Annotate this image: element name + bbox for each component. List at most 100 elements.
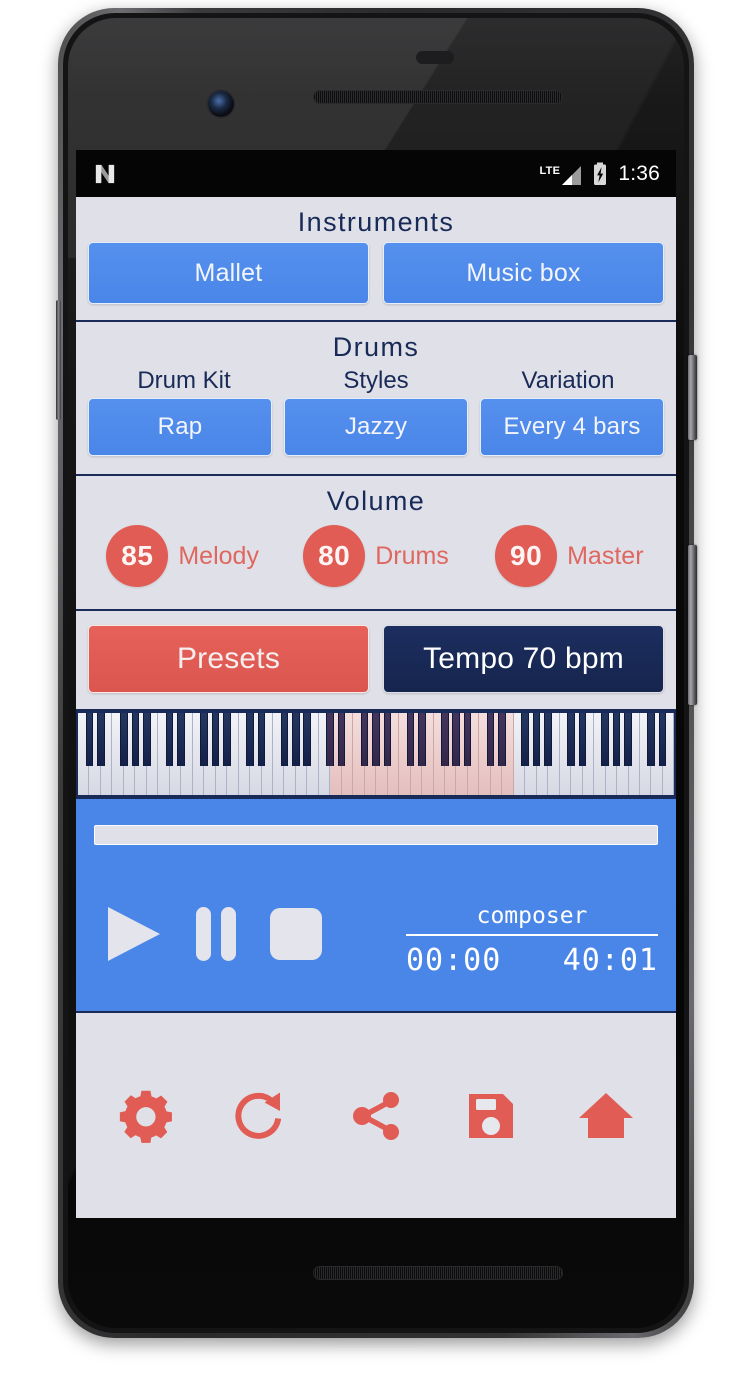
instruments-title: Instruments: [297, 207, 455, 237]
instruments-panel: Instruments Mallet Music box: [76, 197, 676, 322]
piano-black-key[interactable]: [383, 713, 392, 766]
total-time: 40:01: [562, 943, 658, 978]
drums-button-row: Rap Jazzy Every 4 bars: [76, 398, 676, 474]
piano-black-key[interactable]: [521, 713, 529, 766]
piano-black-key[interactable]: [612, 713, 621, 766]
presets-button[interactable]: Presets: [88, 625, 369, 693]
volume-melody-value[interactable]: 85: [106, 525, 169, 587]
bottom-speaker: [313, 1266, 563, 1280]
play-icon[interactable]: [102, 903, 164, 965]
volume-title: Volume: [326, 486, 426, 516]
app-content: Instruments Mallet Music box Drums Drum …: [76, 197, 676, 1218]
piano-black-key[interactable]: [97, 713, 105, 766]
volume-master-value[interactable]: 90: [495, 525, 558, 587]
track-meta: composer 00:00 40:01: [406, 903, 658, 978]
volume-rocker-button[interactable]: [688, 545, 697, 705]
actions-row: Presets Tempo 70 bpm: [76, 611, 676, 709]
bottom-toolbar: [76, 1013, 676, 1218]
volume-drums-value[interactable]: 80: [303, 525, 366, 587]
status-bar: LTE 1:36: [76, 150, 676, 197]
seek-bar[interactable]: [94, 825, 658, 845]
piano-black-key[interactable]: [142, 713, 151, 766]
earpiece-speaker: [313, 90, 563, 104]
piano-black-key[interactable]: [120, 713, 128, 766]
volume-master-label: Master: [567, 541, 644, 570]
home-icon[interactable]: [578, 1088, 634, 1144]
piano-black-key[interactable]: [372, 713, 380, 766]
piano-black-key[interactable]: [337, 713, 346, 766]
piano-black-key[interactable]: [326, 713, 334, 766]
share-icon[interactable]: [348, 1088, 404, 1144]
piano-black-key[interactable]: [578, 713, 587, 766]
piano-black-key[interactable]: [544, 713, 552, 766]
piano-black-key[interactable]: [624, 713, 632, 766]
time-row: 00:00 40:01: [406, 936, 658, 978]
volume-melody-control[interactable]: 85 Melody: [86, 525, 279, 587]
actions-panel: Presets Tempo 70 bpm: [76, 611, 676, 711]
power-button[interactable]: [688, 355, 697, 440]
signal-icon: [562, 165, 582, 185]
piano-black-key[interactable]: [498, 713, 506, 766]
piano-black-key[interactable]: [177, 713, 185, 766]
elapsed-time: 00:00: [406, 943, 502, 978]
piano-black-key[interactable]: [406, 713, 415, 766]
instrument-mallet-button[interactable]: Mallet: [88, 242, 369, 304]
android-n-icon: [95, 164, 115, 183]
piano-black-keys[interactable]: [78, 713, 674, 766]
volume-melody-label: Melody: [178, 541, 259, 570]
piano-black-key[interactable]: [131, 713, 140, 766]
piano-black-key[interactable]: [165, 713, 174, 766]
refresh-icon[interactable]: [233, 1088, 289, 1144]
pause-icon[interactable]: [190, 905, 242, 963]
piano-black-key[interactable]: [452, 713, 460, 766]
status-bar-clock: 1:36: [618, 161, 660, 185]
drum-kit-button[interactable]: Rap: [88, 398, 272, 456]
piano-black-key[interactable]: [257, 713, 266, 766]
piano-black-key[interactable]: [291, 713, 300, 766]
piano-black-key[interactable]: [601, 713, 609, 766]
volume-drums-label: Drums: [375, 541, 449, 570]
piano-black-key[interactable]: [647, 713, 655, 766]
gear-icon[interactable]: [118, 1088, 174, 1144]
network-type-label: LTE: [539, 164, 561, 177]
volume-drums-control[interactable]: 80 Drums: [279, 525, 472, 587]
volume-master-control[interactable]: 90 Master: [473, 525, 666, 587]
piano-black-key[interactable]: [246, 713, 254, 766]
lte-indicator: LTE: [539, 162, 582, 186]
piano-black-key[interactable]: [486, 713, 495, 766]
volume-row: 85 Melody 80 Drums 90 Master: [76, 521, 676, 609]
piano-black-key[interactable]: [360, 713, 369, 766]
piano-black-key[interactable]: [211, 713, 220, 766]
drum-variation-label: Variation: [521, 367, 615, 394]
battery-charging-icon: [594, 162, 607, 185]
piano-black-key[interactable]: [85, 713, 94, 766]
status-bar-right: LTE 1:36: [539, 162, 660, 186]
drum-kit-label: Drum Kit: [137, 367, 231, 394]
piano-black-key[interactable]: [440, 713, 449, 766]
composer-label: composer: [476, 903, 588, 929]
piano-black-key[interactable]: [200, 713, 208, 766]
piano-keyboard[interactable]: [76, 711, 676, 799]
piano-black-key[interactable]: [567, 713, 575, 766]
drum-styles-label: Styles: [343, 367, 409, 394]
drum-variation-button[interactable]: Every 4 bars: [480, 398, 664, 456]
save-icon[interactable]: [463, 1088, 519, 1144]
tempo-button[interactable]: Tempo 70 bpm: [383, 625, 664, 693]
transport-controls: [102, 903, 324, 965]
piano-black-key[interactable]: [658, 713, 667, 766]
piano-black-key[interactable]: [532, 713, 541, 766]
piano-inner: [78, 713, 675, 795]
piano-black-key[interactable]: [223, 713, 231, 766]
drums-title: Drums: [332, 332, 420, 362]
piano-black-key[interactable]: [418, 713, 426, 766]
instrument-music-box-button[interactable]: Music box: [383, 242, 664, 304]
sim-tray: [56, 300, 61, 420]
piano-black-key[interactable]: [303, 713, 311, 766]
drums-panel: Drums Drum Kit Styles Variation Rap Jazz…: [76, 322, 676, 476]
piano-black-key[interactable]: [280, 713, 289, 766]
drum-styles-button[interactable]: Jazzy: [284, 398, 468, 456]
piano-black-key[interactable]: [463, 713, 472, 766]
stop-icon[interactable]: [268, 906, 324, 962]
front-camera: [208, 91, 234, 117]
proximity-sensor: [416, 51, 454, 64]
